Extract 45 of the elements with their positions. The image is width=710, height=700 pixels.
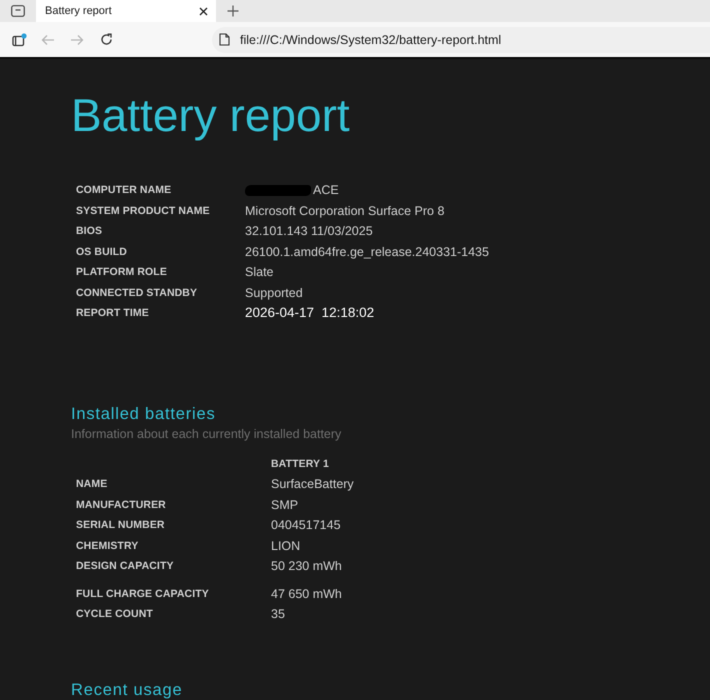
battery-label: CHEMISTRY [76,538,140,554]
info-value: 32.101.143 11/03/2025 [245,223,373,240]
battery-label: NAME [76,477,108,492]
info-label: COMPUTER NAME [76,183,172,198]
tab-actions-icon [11,5,25,17]
battery-label: SERIAL NUMBER [76,518,166,533]
back-arrow-icon [41,34,55,46]
info-label: SYSTEM PRODUCT NAME [76,204,211,218]
battery-value: SMP [271,496,298,514]
info-label: PLATFORM ROLE [76,265,168,280]
info-label: REPORT TIME [76,306,150,321]
battery-label: CYCLE COUNT [76,607,154,622]
page-icon [219,33,230,46]
section-heading: Installed batteries [71,404,216,424]
new-tab-button[interactable] [226,4,240,18]
battery-value: 0404517145 [271,517,341,534]
report-title: Battery report [71,88,350,143]
info-label: OS BUILD [76,244,128,260]
battery-label: DESIGN CAPACITY [76,559,175,574]
battery-value: 35 [271,606,285,623]
forward-arrow-icon [70,34,84,46]
info-value: Supported [245,284,303,302]
battery-value: 47 650 mWh [271,586,342,602]
url-text: file:///C:/Windows/System32/battery-report.html [240,32,502,46]
column-header: BATTERY 1 [271,456,330,472]
battery-value: SurfaceBattery [271,476,354,493]
info-label: CONNECTED STANDBY [76,286,198,300]
info-value: 26100.1.amd64fre.ge_release.240331-1435 [245,244,489,261]
battery-label: FULL CHARGE CAPACITY [76,586,210,602]
browser-tab[interactable]: Battery report [36,0,216,22]
info-value: Slate [245,264,274,281]
battery-value: LION [271,538,300,554]
tab-window-icon [12,32,26,46]
info-label: BIOS [76,224,104,239]
plus-icon [227,5,239,17]
info-value: Microsoft Corporation Surface Pro 8 [245,202,444,220]
close-icon [198,6,208,16]
address-bar[interactable]: file:///C:/Windows/System32/battery-report.html [212,26,710,52]
battery-label: MANUFACTURER [76,498,167,512]
battery-value: 50 230 mWh [271,558,342,575]
section-heading: Recent usage [71,680,182,700]
info-value: ACE [313,182,339,199]
section-subtitle: Information about each currently installed battery [71,426,342,442]
reload-icon [100,33,112,46]
info-value: 2026-04-17 12:18:02 [245,304,374,322]
